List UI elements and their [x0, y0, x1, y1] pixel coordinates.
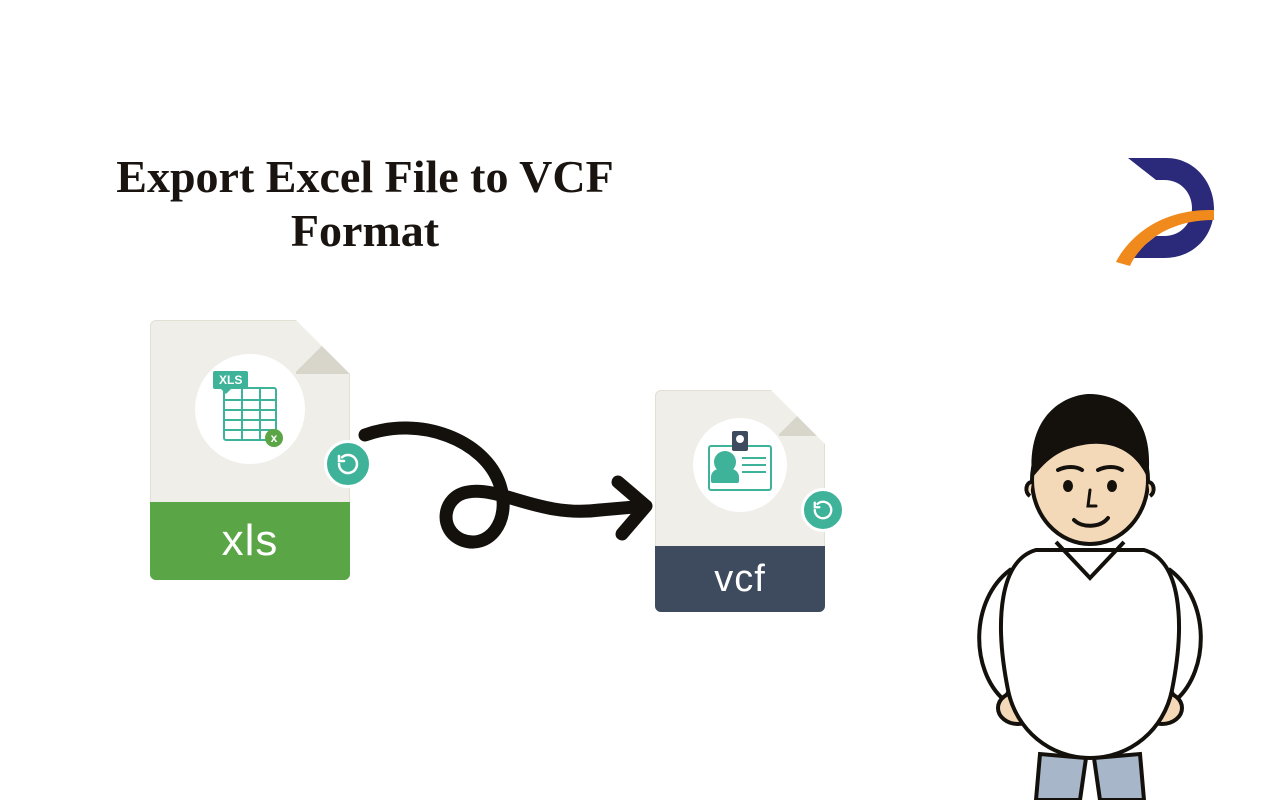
vcf-inner-icon — [693, 418, 787, 512]
refresh-icon — [801, 488, 845, 532]
d-logo-icon — [1110, 150, 1220, 270]
page-title: Export Excel File to VCF Format — [55, 150, 675, 259]
folded-corner-icon — [296, 320, 350, 374]
folded-corner-icon — [779, 390, 825, 436]
x-mark: x — [265, 429, 283, 447]
vcf-file-card: vcf — [655, 390, 825, 612]
xls-file-card: XLS x xls — [150, 320, 350, 580]
curly-arrow-icon — [350, 410, 660, 580]
spreadsheet-glyph: XLS x — [215, 369, 285, 449]
contact-card-glyph — [704, 429, 776, 501]
illustration-stage: Export Excel File to VCF Format XLS x xl… — [0, 0, 1280, 800]
xls-label: xls — [150, 502, 350, 580]
vcf-label: vcf — [655, 546, 825, 612]
xls-inner-icon: XLS x — [195, 354, 305, 464]
xls-tag: XLS — [213, 371, 248, 389]
cartoon-person-icon — [940, 370, 1240, 800]
